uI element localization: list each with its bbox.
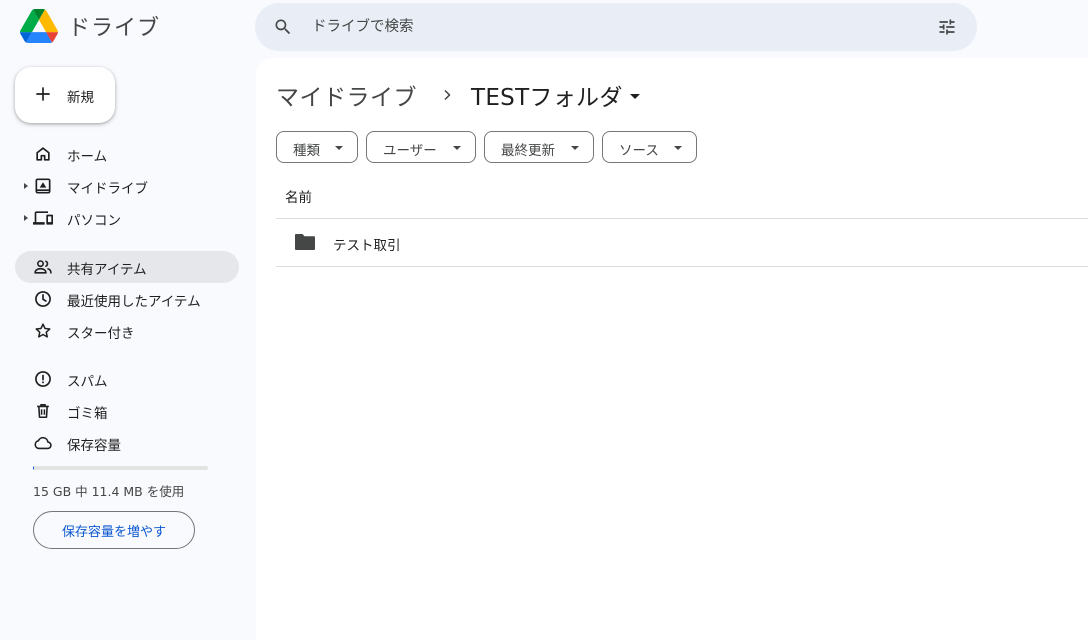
sidebar-item-label: スパム: [67, 374, 108, 390]
filter-chip-label: 最終更新: [501, 143, 555, 159]
sidebar-item-recent[interactable]: 最近使用したアイテム: [15, 283, 239, 315]
clock-icon: [35, 291, 51, 307]
google-drive-logo-icon: [20, 9, 58, 43]
column-header-name[interactable]: 名前: [285, 186, 312, 206]
sidebar-item-label: 保存容量: [67, 438, 121, 454]
sidebar-item-label: 共有アイテム: [67, 262, 147, 278]
search-input[interactable]: [312, 3, 912, 51]
sidebar-item-computers[interactable]: パソコン: [15, 202, 239, 234]
breadcrumb-current-folder[interactable]: TESTフォルダ: [471, 78, 623, 112]
storage-usage-fill: [33, 466, 34, 470]
folder-icon: [295, 234, 315, 250]
chevron-down-icon: [674, 146, 682, 150]
new-button[interactable]: 新規: [15, 67, 115, 123]
trash-icon: [37, 403, 49, 419]
sidebar-item-label: パソコン: [67, 213, 121, 229]
app-title: ドライブ: [68, 16, 161, 41]
sidebar-item-storage[interactable]: 保存容量: [15, 427, 239, 459]
sidebar-item-starred[interactable]: スター付き: [15, 315, 239, 347]
filter-type-chip[interactable]: 種類: [276, 131, 358, 163]
filter-chip-label: ソース: [619, 143, 659, 159]
my-drive-icon: [35, 178, 51, 194]
sidebar-item-home[interactable]: ホーム: [15, 138, 239, 170]
chevron-right-icon: [444, 89, 451, 101]
spam-icon: [35, 371, 51, 387]
sidebar-item-label: マイドライブ: [67, 181, 148, 197]
search-icon[interactable]: [273, 17, 293, 37]
search-bar[interactable]: [255, 3, 977, 51]
sidebar-item-my-drive[interactable]: マイドライブ: [15, 170, 239, 202]
chevron-down-icon: [453, 146, 461, 150]
table-row[interactable]: テスト取引: [276, 219, 1088, 266]
expand-arrow-icon[interactable]: [24, 215, 28, 221]
search-options-icon[interactable]: [936, 17, 958, 37]
sidebar-item-spam[interactable]: スパム: [15, 363, 239, 395]
breadcrumb: マイドライブ TESTフォルダ: [276, 79, 640, 111]
sidebar-item-trash[interactable]: ゴミ箱: [15, 395, 239, 427]
main-panel: マイドライブ TESTフォルダ 種類 ユーザー 最終更新 ソース 名前 テスト取…: [256, 58, 1088, 640]
plus-icon: [36, 87, 50, 101]
storage-usage-text: 15 GB 中 11.4 MB を使用: [33, 484, 185, 499]
people-icon: [34, 260, 52, 274]
sidebar-item-label: ゴミ箱: [67, 406, 108, 422]
chevron-down-icon: [571, 146, 579, 150]
drive-logo[interactable]: ドライブ: [20, 9, 160, 43]
filter-source-chip[interactable]: ソース: [602, 131, 697, 163]
star-icon: [35, 323, 51, 338]
chevron-down-icon: [335, 146, 343, 150]
new-button-label: 新規: [67, 90, 94, 106]
sidebar-item-label: スター付き: [67, 326, 135, 342]
file-name: テスト取引: [333, 238, 401, 254]
folder-menu-dropdown-icon[interactable]: [629, 94, 640, 99]
storage-usage-bar: [33, 466, 208, 470]
sidebar-item-shared[interactable]: 共有アイテム: [15, 251, 239, 283]
home-icon: [36, 147, 50, 161]
cloud-icon: [34, 436, 52, 450]
expand-arrow-icon[interactable]: [24, 183, 28, 189]
sidebar-item-label: ホーム: [67, 149, 108, 165]
filter-modified-chip[interactable]: 最終更新: [484, 131, 594, 163]
sidebar-item-label: 最近使用したアイテム: [67, 294, 201, 310]
filter-people-chip[interactable]: ユーザー: [366, 131, 476, 163]
computers-icon: [33, 211, 53, 225]
filter-chip-label: ユーザー: [383, 143, 437, 159]
filter-chip-label: 種類: [293, 143, 320, 159]
row-divider: [276, 266, 1088, 267]
breadcrumb-my-drive[interactable]: マイドライブ: [276, 78, 417, 112]
get-more-storage-button[interactable]: 保存容量を増やす: [33, 511, 195, 549]
